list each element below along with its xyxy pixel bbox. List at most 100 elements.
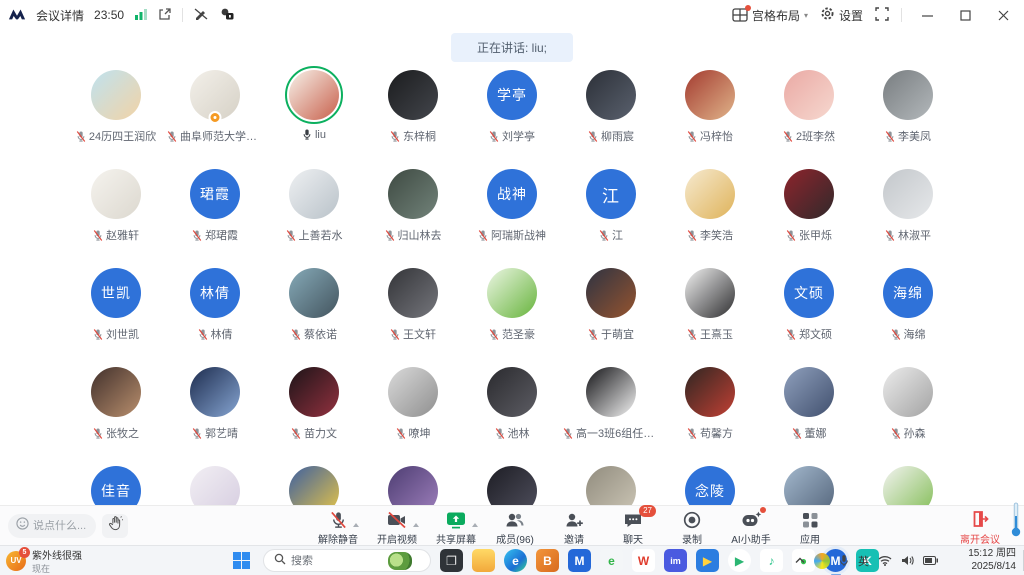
participant-tile[interactable]: 战神阿瑞斯战神 [463, 165, 562, 264]
chevron-up-icon[interactable] [353, 523, 359, 527]
im-app[interactable]: im [664, 549, 687, 572]
search-highlight-image[interactable] [388, 552, 412, 570]
avatar [784, 466, 834, 505]
participant-tile[interactable] [463, 462, 562, 505]
settings-button[interactable]: 设置 [820, 6, 863, 24]
mic-muted-icon [783, 130, 793, 143]
raise-hand-button[interactable] [102, 514, 128, 538]
toolbar-ai-assistant-button[interactable]: AI小助手 [729, 509, 773, 546]
emoji-icon[interactable] [16, 517, 29, 535]
participant-tile[interactable]: 郭艺晴 [166, 363, 265, 462]
participant-tile[interactable]: 林倩林倩 [166, 264, 265, 363]
toolbar-start-video-button[interactable]: 开启视频 [375, 509, 419, 546]
participant-tile[interactable]: 念陵 [661, 462, 760, 505]
fullscreen-button[interactable] [875, 7, 889, 24]
participant-tile[interactable]: 江江 [562, 165, 661, 264]
participant-tile[interactable]: 苟馨方 [661, 363, 760, 462]
participant-tile[interactable] [265, 462, 364, 505]
wps-app[interactable]: W [632, 549, 655, 572]
wifi-icon[interactable] [878, 555, 892, 566]
participant-tile[interactable]: 李笑浩 [661, 165, 760, 264]
participant-tile[interactable]: 冯梓怡 [661, 66, 760, 165]
participant-tile[interactable] [760, 462, 859, 505]
participant-tile[interactable]: 归山林去 [364, 165, 463, 264]
volume-icon[interactable] [901, 555, 914, 566]
participant-tile[interactable]: 文硕郑文硕 [760, 264, 859, 363]
leave-meeting-button[interactable]: 离开会议 [960, 510, 1000, 546]
task-view-app[interactable]: ❐ [440, 549, 463, 572]
participant-tile[interactable]: 柳雨宸 [562, 66, 661, 165]
participant-tile[interactable]: 上善若水 [265, 165, 364, 264]
maximize-button[interactable] [952, 4, 978, 26]
video-app[interactable]: ▶ [696, 549, 719, 572]
windows-taskbar: UV 5 紫外线很强 现在 ❐eBMeWim▶▶♪●MK 英 [0, 545, 1024, 575]
toolbar-members-button[interactable]: 成员(96) [493, 509, 537, 546]
meeting-lock-icon[interactable] [219, 7, 235, 24]
tray-mic-icon[interactable] [839, 554, 849, 567]
toolbar-unmute-button[interactable]: 解除静音 [316, 509, 360, 546]
participant-tile[interactable]: 曲阜师范大学历史... [166, 66, 265, 165]
orange-app[interactable]: B [536, 549, 559, 572]
file-explorer-app[interactable] [472, 549, 495, 572]
meeting-details-button[interactable]: 会议详情 [36, 7, 84, 24]
weather-widget[interactable]: UV 5 紫外线很强 现在 [6, 547, 82, 575]
participant-tile[interactable]: 珺霞郑珺霞 [166, 165, 265, 264]
participant-tile[interactable] [166, 462, 265, 505]
participant-tile[interactable]: 张甲烁 [760, 165, 859, 264]
annotation-disabled-icon[interactable] [193, 7, 209, 24]
edge-browser-app[interactable]: e [504, 549, 527, 572]
music-app[interactable]: ♪ [760, 549, 783, 572]
participant-tile[interactable]: 海绵海绵 [859, 264, 958, 363]
participant-tile[interactable]: 2班李然 [760, 66, 859, 165]
taskbar-search[interactable] [263, 549, 431, 572]
search-input[interactable] [291, 555, 383, 567]
participant-tile[interactable]: 蔡依诺 [265, 264, 364, 363]
security-tray-icon[interactable] [814, 553, 830, 569]
participant-tile[interactable] [364, 462, 463, 505]
taskbar-clock[interactable]: 15:12 周四 2025/8/14 [968, 548, 1016, 573]
toolbar-record-button[interactable]: 录制 [670, 509, 714, 546]
participant-tile[interactable]: 东梓桐 [364, 66, 463, 165]
participant-tile[interactable]: 池林 [463, 363, 562, 462]
participant-tile[interactable]: 董娜 [760, 363, 859, 462]
participant-tile[interactable]: 王文轩 [364, 264, 463, 363]
toolbar-chat-button[interactable]: 27聊天 [611, 509, 655, 546]
battery-icon[interactable] [923, 556, 938, 565]
participant-tile[interactable]: 于萌宜 [562, 264, 661, 363]
participant-tile[interactable]: 嘹坤 [364, 363, 463, 462]
participant-tile[interactable]: 李美凤 [859, 66, 958, 165]
layout-button[interactable]: 宫格布局 ▾ [732, 7, 808, 24]
participant-tile[interactable]: 苗力文 [265, 363, 364, 462]
participant-tile[interactable]: 林淑平 [859, 165, 958, 264]
ie-browser-app[interactable]: e [600, 549, 623, 572]
popout-icon[interactable] [158, 7, 172, 24]
ime-indicator[interactable]: 英 [858, 553, 869, 569]
quick-chat-box[interactable] [8, 514, 96, 538]
participant-tile[interactable]: 学亭刘学亭 [463, 66, 562, 165]
toolbar-apps-button[interactable]: 应用 [788, 509, 832, 546]
participant-tile[interactable]: 佳音 [67, 462, 166, 505]
participant-tile[interactable]: 赵雅轩 [67, 165, 166, 264]
participant-tile[interactable] [859, 462, 958, 505]
participant-tile[interactable]: 24历四王润欣 [67, 66, 166, 165]
tray-chevron-icon[interactable] [795, 557, 805, 564]
start-button[interactable] [228, 548, 254, 574]
toolbar-invite-button[interactable]: 邀请 [552, 509, 596, 546]
participant-tile[interactable]: liu [265, 66, 364, 165]
participant-tile[interactable]: 范圣豪 [463, 264, 562, 363]
participant-tile[interactable]: 高一3班6组任天宇... [562, 363, 661, 462]
close-button[interactable] [990, 4, 1016, 26]
participant-tile[interactable]: 世凯刘世凯 [67, 264, 166, 363]
chevron-up-icon[interactable] [472, 523, 478, 527]
participant-tile[interactable]: 王熹玉 [661, 264, 760, 363]
participant-tile[interactable]: 张牧之 [67, 363, 166, 462]
network-signal-icon[interactable] [134, 8, 148, 23]
minimize-button[interactable] [914, 4, 940, 26]
chevron-up-icon[interactable] [413, 523, 419, 527]
quick-chat-input[interactable] [33, 520, 89, 532]
participant-tile[interactable]: 孙森 [859, 363, 958, 462]
play-app[interactable]: ▶ [728, 549, 751, 572]
participant-tile[interactable] [562, 462, 661, 505]
toolbar-share-screen-button[interactable]: 共享屏幕 [434, 509, 478, 546]
meeting-desktop-app[interactable]: M [568, 549, 591, 572]
